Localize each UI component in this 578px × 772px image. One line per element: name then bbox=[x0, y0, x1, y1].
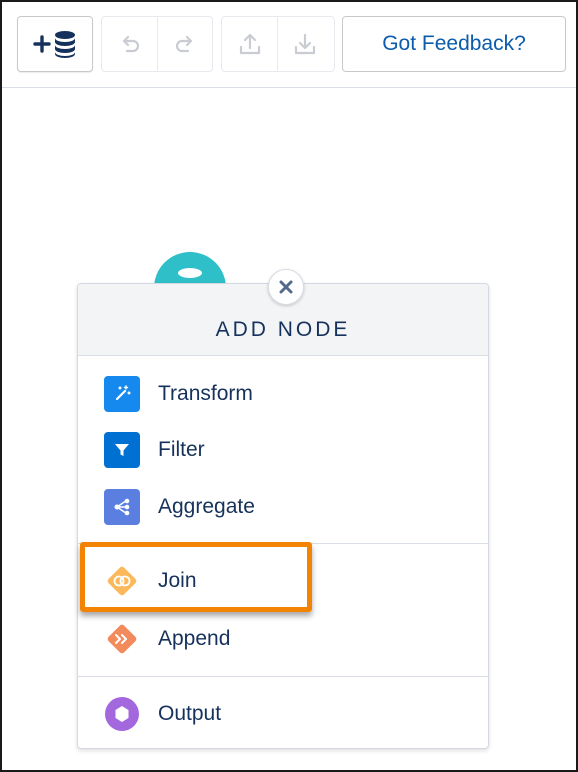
popover-title: ADD NODE bbox=[215, 318, 351, 341]
download-button[interactable] bbox=[277, 17, 332, 71]
undo-icon bbox=[122, 35, 139, 53]
upload-download-group bbox=[221, 16, 335, 72]
add-node-popover: ADD NODE Transform Filter Aggregate Join… bbox=[77, 283, 489, 749]
menu-item-label: Append bbox=[158, 627, 231, 650]
output-icon bbox=[104, 696, 140, 732]
join-icon bbox=[104, 563, 140, 599]
toolbar: Got Feedback? bbox=[2, 2, 576, 88]
add-data-button[interactable] bbox=[17, 16, 93, 72]
feedback-button-label: Got Feedback? bbox=[382, 32, 526, 55]
download-icon bbox=[294, 33, 316, 55]
menu-item-label: Aggregate bbox=[158, 495, 255, 518]
close-icon bbox=[279, 280, 293, 294]
redo-icon bbox=[175, 35, 193, 53]
undo-redo-group bbox=[101, 16, 213, 72]
upload-button[interactable] bbox=[222, 17, 277, 71]
redo-button[interactable] bbox=[157, 17, 212, 71]
upload-icon bbox=[239, 33, 260, 55]
transform-wand-icon bbox=[104, 376, 140, 412]
add-database-icon bbox=[33, 31, 75, 58]
menu-item-label: Join bbox=[158, 569, 197, 592]
menu-divider bbox=[78, 543, 488, 544]
menu-item-label: Output bbox=[158, 702, 222, 725]
menu-item-label: Filter bbox=[158, 438, 205, 461]
undo-button[interactable] bbox=[102, 17, 157, 71]
aggregate-icon bbox=[104, 489, 140, 525]
menu-item-label: Transform bbox=[158, 382, 253, 405]
menu-divider bbox=[78, 676, 488, 677]
filter-icon bbox=[104, 432, 140, 468]
append-icon bbox=[104, 621, 140, 657]
app-frame: Got Feedback? ADD NODE Transform Filter … bbox=[0, 0, 578, 772]
database-icon bbox=[178, 268, 202, 278]
close-popover-button[interactable] bbox=[268, 269, 304, 305]
feedback-button[interactable]: Got Feedback? bbox=[342, 16, 566, 72]
